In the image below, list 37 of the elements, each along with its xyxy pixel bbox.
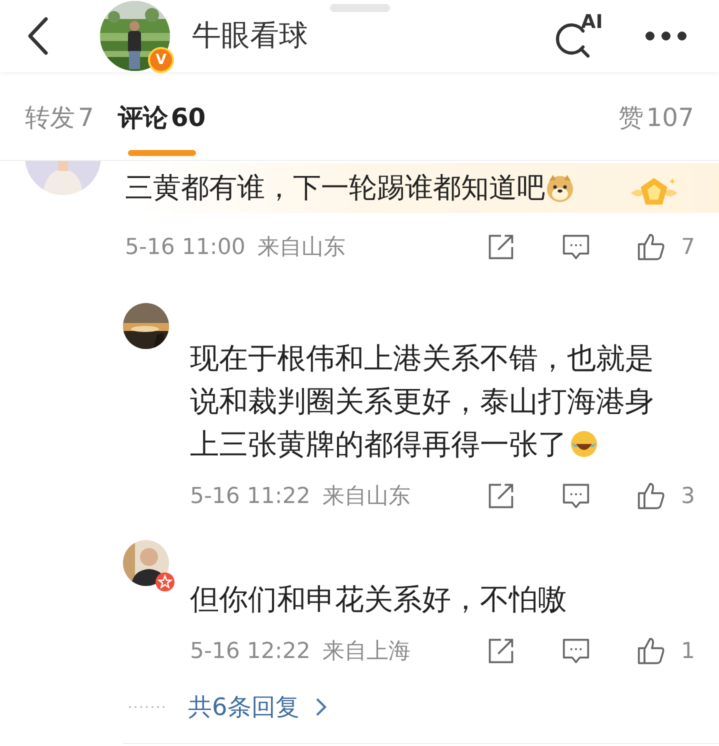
- tab[interactable]: 赞 107: [618, 100, 694, 134]
- reply-location: 来自山东: [322, 483, 410, 511]
- like-icon[interactable]: [637, 482, 665, 510]
- verified-badge: V: [148, 47, 174, 73]
- comment-time: 5-16 11:00: [125, 234, 246, 260]
- comment-icon[interactable]: [562, 637, 590, 665]
- ai-search-button[interactable]: AI: [553, 13, 603, 59]
- comment-icon[interactable]: [562, 482, 590, 510]
- like-count: 3: [680, 484, 695, 508]
- comment-location: 来自山东: [257, 234, 346, 262]
- share-icon[interactable]: [487, 233, 515, 261]
- reply-text: 现在于根伟和上港关系不错，也就是说和裁判圈关系更好，泰山打海港身上三张黄牌的都得再得一张了: [190, 340, 655, 463]
- more-replies-link[interactable]: 共6条回复: [188, 691, 328, 723]
- reply-location: 来自上海: [322, 638, 410, 666]
- dotted-line-icon: [128, 705, 166, 709]
- like-icon[interactable]: [637, 233, 665, 261]
- avatar: [123, 540, 169, 586]
- reply-time: 5-16 11:22: [190, 484, 310, 508]
- tab[interactable]: 转发 7: [25, 100, 94, 134]
- account-name[interactable]: 牛眼看球: [192, 16, 308, 56]
- like-icon[interactable]: [637, 637, 665, 665]
- star-badge-icon: [155, 572, 175, 592]
- drag-handle: [330, 4, 390, 12]
- chevron-right-icon: [315, 697, 328, 717]
- dog-emoji-icon: [545, 173, 575, 203]
- share-icon[interactable]: [487, 637, 515, 665]
- like-count: 7: [680, 234, 695, 260]
- tab[interactable]: 评论60: [118, 100, 206, 134]
- more-icon[interactable]: [645, 31, 687, 41]
- like-count: 1: [680, 638, 695, 664]
- comment-text: 三黄都有谁，下一轮踢谁都知道吧: [125, 170, 545, 206]
- share-icon[interactable]: [487, 482, 515, 510]
- reply-time: 5-16 12:22: [190, 638, 310, 664]
- comment-icon[interactable]: [562, 233, 590, 261]
- laughing-emoji-icon: [569, 429, 599, 459]
- back-icon[interactable]: [26, 16, 50, 56]
- reply-text: 但你们和申花关系好，不怕嗷: [190, 581, 568, 618]
